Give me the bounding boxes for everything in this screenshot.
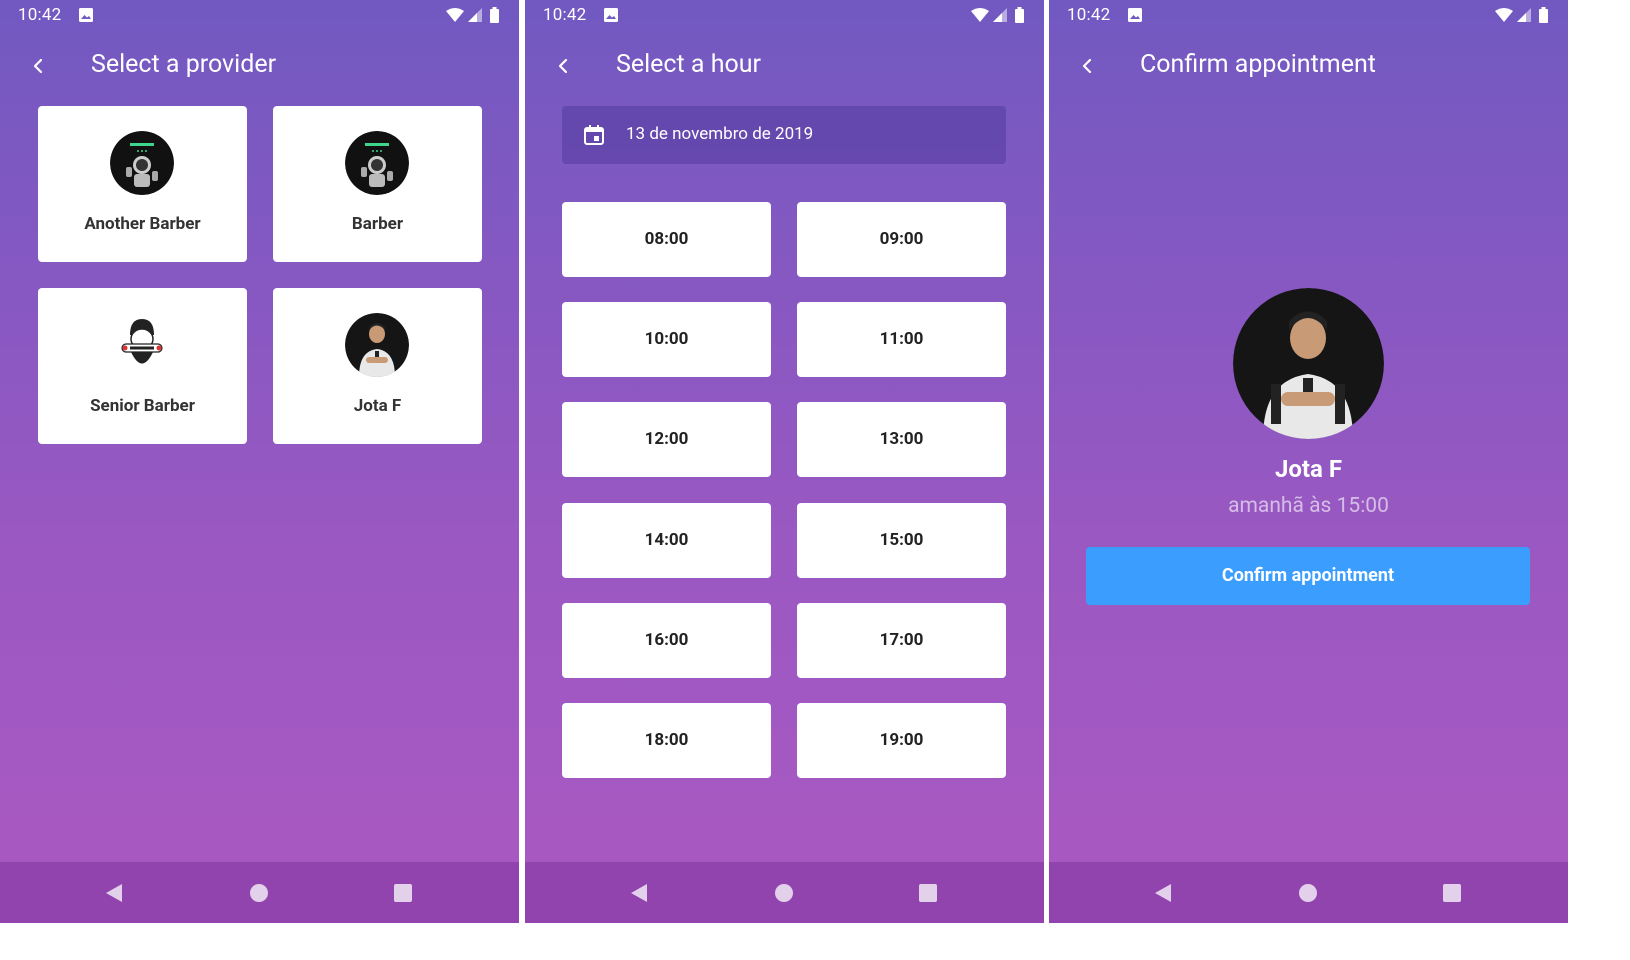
status-bar: 10:42 (0, 0, 519, 32)
provider-avatar (345, 313, 409, 377)
nav-back-icon[interactable] (1153, 883, 1173, 903)
android-nav-bar (0, 862, 519, 923)
battery-icon (490, 7, 499, 23)
provider-card[interactable]: Senior Barber (38, 288, 247, 444)
wifi-icon (1495, 8, 1513, 22)
rocketseat-astronaut-icon (110, 131, 174, 195)
wifi-icon (446, 8, 464, 22)
hour-option[interactable]: 17:00 (797, 603, 1006, 678)
battery-icon (1015, 7, 1024, 23)
hour-option[interactable]: 08:00 (562, 202, 771, 277)
person-photo-icon (345, 313, 409, 377)
provider-avatar (345, 131, 409, 195)
appointment-time: amanhã às 15:00 (1228, 494, 1389, 518)
status-bar: 10:42 (525, 0, 1044, 32)
provider-avatar (110, 131, 174, 195)
nav-home-icon[interactable] (250, 884, 268, 902)
hour-option[interactable]: 10:00 (562, 302, 771, 377)
provider-name: Barber (351, 214, 404, 234)
provider-card[interactable]: Jota F (273, 288, 482, 444)
page-title: Select a hour (616, 50, 761, 79)
status-time: 10:42 (1067, 5, 1111, 25)
person-photo-icon (1233, 288, 1384, 439)
provider-card[interactable]: Another Barber (38, 106, 247, 262)
selected-date: 13 de novembro de 2019 (626, 124, 814, 144)
select-provider-screen: 10:42 Select a provider Another Barber B… (0, 0, 519, 923)
nav-home-icon[interactable] (775, 884, 793, 902)
provider-name: Senior Barber (90, 396, 195, 416)
nav-back-icon[interactable] (104, 883, 124, 903)
signal-icon (1517, 8, 1531, 22)
calendar-icon (584, 125, 604, 145)
header: Confirm appointment (1049, 42, 1568, 92)
rocketseat-astronaut-icon (345, 131, 409, 195)
android-nav-bar (1049, 862, 1568, 923)
hour-option[interactable]: 13:00 (797, 402, 1006, 477)
hour-option[interactable]: 14:00 (562, 503, 771, 578)
hour-option[interactable]: 19:00 (797, 703, 1006, 778)
confirm-appointment-button[interactable]: Confirm appointment (1086, 547, 1530, 605)
page-title: Select a provider (91, 50, 277, 79)
hour-option[interactable]: 18:00 (562, 703, 771, 778)
hour-option[interactable]: 12:00 (562, 402, 771, 477)
status-bar: 10:42 (1049, 0, 1568, 32)
status-time: 10:42 (543, 5, 587, 25)
hour-option[interactable]: 16:00 (562, 603, 771, 678)
page-title: Confirm appointment (1140, 50, 1376, 79)
android-nav-bar (525, 862, 1044, 923)
wifi-icon (971, 8, 989, 22)
nav-recent-apps-icon[interactable] (919, 884, 937, 902)
provider-name: Jota F (353, 396, 402, 416)
status-time: 10:42 (18, 5, 62, 25)
provider-name: Another Barber (84, 214, 201, 234)
provider-avatar (1233, 288, 1384, 439)
date-picker-button[interactable]: 13 de novembro de 2019 (562, 106, 1006, 164)
back-chevron-icon[interactable] (26, 54, 50, 78)
header: Select a provider (0, 42, 519, 92)
back-chevron-icon[interactable] (1075, 54, 1099, 78)
image-notification-icon (1128, 8, 1142, 22)
select-hour-screen: 10:42 Select a hour 13 de novembro de 20… (525, 0, 1044, 923)
nav-recent-apps-icon[interactable] (394, 884, 412, 902)
nav-recent-apps-icon[interactable] (1443, 884, 1461, 902)
header: Select a hour (525, 42, 1044, 92)
provider-name: Jota F (1274, 455, 1343, 483)
hour-option[interactable]: 11:00 (797, 302, 1006, 377)
battery-icon (1539, 7, 1548, 23)
provider-card[interactable]: Barber (273, 106, 482, 262)
provider-avatar (110, 313, 174, 377)
image-notification-icon (604, 8, 618, 22)
confirm-appointment-screen: 10:42 Confirm appointment Jota F amanhã … (1049, 0, 1568, 923)
bearded-barber-icon (121, 319, 163, 364)
nav-back-icon[interactable] (629, 883, 649, 903)
signal-icon (993, 8, 1007, 22)
hour-option[interactable]: 09:00 (797, 202, 1006, 277)
back-chevron-icon[interactable] (551, 54, 575, 78)
signal-icon (468, 8, 482, 22)
image-notification-icon (79, 8, 93, 22)
nav-home-icon[interactable] (1299, 884, 1317, 902)
hour-option[interactable]: 15:00 (797, 503, 1006, 578)
